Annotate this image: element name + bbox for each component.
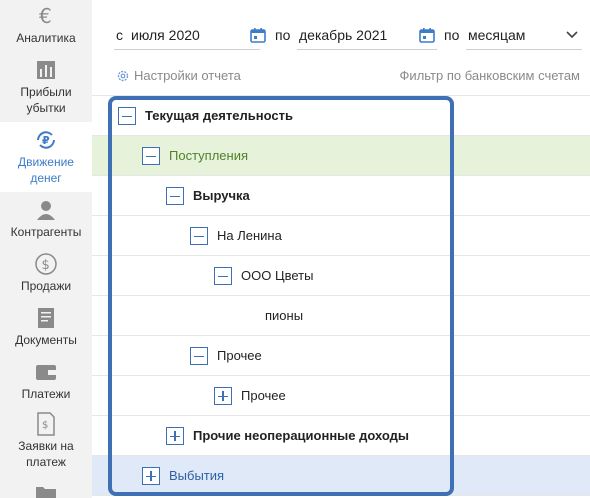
collapse-icon[interactable] bbox=[190, 227, 208, 245]
tree-row: ООО Цветы bbox=[92, 256, 590, 296]
euro-icon: € bbox=[34, 4, 58, 28]
nav-payments-label: Платежи bbox=[21, 387, 71, 401]
tree-row: Прочее bbox=[92, 336, 590, 376]
calendar-icon[interactable] bbox=[419, 27, 435, 43]
report-settings-link[interactable]: Настройки отчета bbox=[116, 68, 241, 83]
folder-icon bbox=[34, 484, 58, 498]
group-by-select[interactable]: месяцам bbox=[468, 27, 525, 43]
nav-documents-label: Документы bbox=[15, 333, 77, 347]
cash-flow-tree: Текущая деятельность Поступления Выручка… bbox=[92, 96, 590, 496]
tree-row-label: Поступления bbox=[169, 148, 249, 163]
svg-text:₽: ₽ bbox=[42, 134, 50, 147]
report-settings-bar: Настройки отчета Фильтр по банковским сч… bbox=[92, 62, 590, 96]
tree-row-label: ООО Цветы bbox=[241, 268, 314, 283]
collapse-icon[interactable] bbox=[214, 267, 232, 285]
nav-analytics[interactable]: € Аналитика bbox=[0, 4, 92, 50]
nav-analytics-label: Аналитика bbox=[16, 31, 76, 45]
tree-row: На Ленина bbox=[92, 216, 590, 256]
svg-text:$: $ bbox=[42, 258, 50, 273]
tree-row: Выручка bbox=[92, 176, 590, 216]
nav-cash-flow[interactable]: ₽ Движение денег bbox=[0, 122, 92, 192]
tree-row-label: Выбытия bbox=[169, 468, 225, 483]
to-date-input[interactable]: декабрь 2021 bbox=[299, 27, 387, 43]
sidebar: € Аналитика Прибыли убытки ₽ Движение де… bbox=[0, 0, 92, 498]
nav-payments[interactable]: Платежи bbox=[0, 360, 92, 406]
nav-sales[interactable]: $ Продажи bbox=[0, 252, 92, 298]
from-date-input[interactable]: июля 2020 bbox=[131, 27, 200, 43]
to-prefix: по bbox=[275, 27, 291, 43]
tree-row-label: Текущая деятельность bbox=[145, 108, 293, 123]
group-by-underline bbox=[466, 49, 582, 50]
period-filter-bar: с июля 2020 по декабрь 2021 по месяцам bbox=[92, 0, 590, 62]
tree-row: Прочее bbox=[92, 376, 590, 416]
tree-row: пионы bbox=[92, 296, 590, 336]
tree-row-label: На Ленина bbox=[217, 228, 282, 243]
tree-row-label: Прочее bbox=[217, 348, 262, 363]
bar-chart-icon bbox=[34, 58, 58, 82]
tree-row: Поступления bbox=[92, 136, 590, 176]
nav-cash-flow-label: Движение денег bbox=[18, 155, 74, 185]
gear-icon bbox=[117, 70, 129, 81]
nav-counterparties-label: Контрагенты bbox=[10, 225, 82, 239]
nav-payment-requests-label: Заявки на платеж bbox=[18, 439, 74, 469]
chevron-down-icon[interactable] bbox=[566, 31, 578, 39]
expand-icon[interactable] bbox=[166, 427, 184, 445]
collapse-icon[interactable] bbox=[118, 107, 136, 125]
nav-sales-label: Продажи bbox=[20, 279, 72, 293]
nav-payment-requests[interactable]: $ Заявки на платеж bbox=[0, 412, 92, 474]
svg-text:€: € bbox=[39, 5, 52, 27]
nav-counterparties[interactable]: Контрагенты bbox=[0, 198, 92, 244]
collapse-icon[interactable] bbox=[166, 187, 184, 205]
collapse-icon[interactable] bbox=[190, 347, 208, 365]
expand-icon[interactable] bbox=[214, 387, 232, 405]
nav-documents[interactable]: Документы bbox=[0, 306, 92, 352]
tree-row-label: Прочие неоперационные доходы bbox=[193, 428, 410, 443]
person-icon bbox=[34, 198, 58, 222]
invoice-icon: $ bbox=[34, 412, 58, 436]
nav-profit-loss-label: Прибыли убытки bbox=[20, 85, 72, 115]
collapse-icon[interactable] bbox=[142, 147, 160, 165]
tree-row-label: Прочее bbox=[241, 388, 286, 403]
expand-icon[interactable] bbox=[142, 467, 160, 485]
svg-text:$: $ bbox=[42, 420, 48, 431]
tree-row-label: пионы bbox=[265, 308, 304, 323]
tree-row: Выбытия bbox=[92, 456, 590, 496]
report-settings-label: Настройки отчета bbox=[134, 68, 241, 83]
to-date-underline bbox=[297, 49, 437, 50]
money-flow-icon: ₽ bbox=[34, 128, 58, 152]
nav-folder[interactable] bbox=[0, 484, 92, 498]
nav-profit-loss[interactable]: Прибыли убытки bbox=[0, 58, 92, 118]
tree-row: Текущая деятельность bbox=[92, 96, 590, 136]
from-prefix: с bbox=[116, 27, 123, 43]
tree-row-label: Выручка bbox=[193, 188, 250, 203]
from-date-underline bbox=[114, 49, 260, 50]
wallet-icon bbox=[34, 360, 58, 384]
bank-account-filter-link[interactable]: Фильтр по банковским счетам bbox=[400, 68, 580, 83]
dollar-coin-icon: $ bbox=[34, 252, 58, 276]
document-icon bbox=[34, 306, 58, 330]
group-prefix: по bbox=[444, 27, 460, 43]
tree-row: Прочие неоперационные доходы bbox=[92, 416, 590, 456]
calendar-icon[interactable] bbox=[250, 27, 266, 43]
